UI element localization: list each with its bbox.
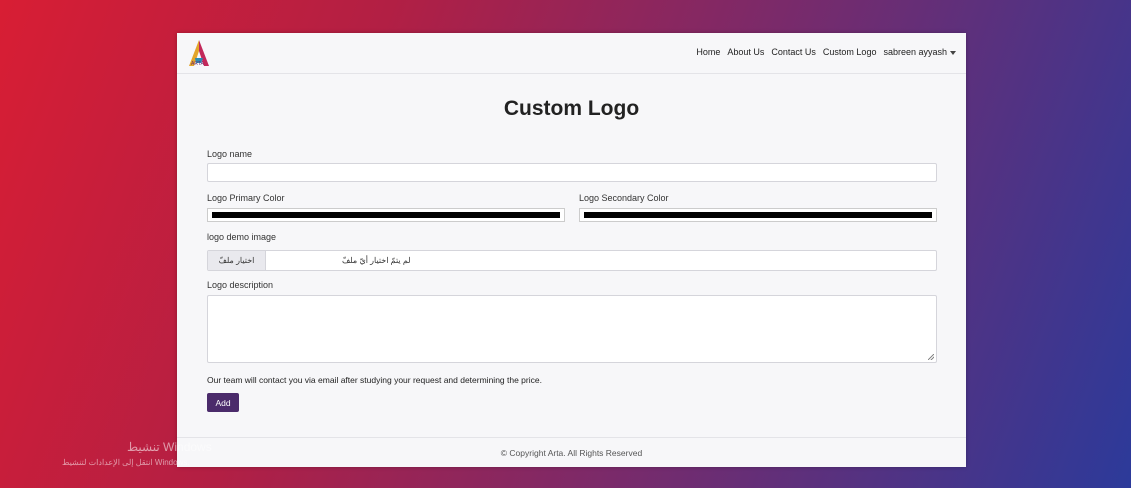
navbar: ARTA Home About Us Contact Us Custom Log…	[177, 33, 966, 74]
primary-color-label: Logo Primary Color	[207, 193, 285, 203]
windows-watermark-subtitle: انتقل إلى الإعدادات لتنشيط Windows.	[62, 458, 190, 467]
primary-color-picker[interactable]	[207, 208, 565, 222]
secondary-color-picker[interactable]	[579, 208, 937, 222]
add-button[interactable]: Add	[207, 393, 239, 412]
description-textarea[interactable]	[207, 295, 937, 363]
primary-color-swatch	[212, 212, 560, 218]
nav-contact-us[interactable]: Contact Us	[771, 47, 816, 57]
logo-name-label: Logo name	[207, 149, 253, 159]
file-status: لم يتمّ اختيار أيّ ملفّ	[342, 256, 411, 265]
page-title: Custom Logo	[503, 97, 640, 120]
contact-note: Our team will contact you via email afte…	[207, 375, 542, 385]
user-name: sabreen ayyash	[883, 47, 947, 57]
image-label: logo demo image	[207, 232, 277, 242]
nav-custom-logo[interactable]: Custom Logo	[823, 47, 877, 57]
windows-watermark-title: تنشيط Windows	[127, 440, 212, 454]
secondary-color-label: Logo Secondary Color	[579, 193, 669, 203]
copyright-text: © Copyright Arta. All Rights Reserved	[500, 448, 643, 458]
logo-name-input[interactable]	[207, 163, 937, 182]
footer: © Copyright Arta. All Rights Reserved	[177, 437, 966, 468]
nav-links: Home About Us Contact Us Custom Logo sab…	[696, 47, 956, 57]
file-input[interactable]: اختيار ملفّ لم يتمّ اختيار أيّ ملفّ	[207, 250, 937, 271]
chevron-down-icon	[950, 50, 956, 55]
description-label: Logo description	[207, 280, 274, 290]
nav-about-us[interactable]: About Us	[727, 47, 764, 57]
nav-home[interactable]: Home	[696, 47, 720, 57]
choose-file-button[interactable]: اختيار ملفّ	[208, 251, 266, 270]
secondary-color-swatch	[584, 212, 932, 218]
resize-handle-icon[interactable]	[928, 354, 934, 360]
logo-text: ARTA	[191, 61, 204, 67]
app-window: ARTA Home About Us Contact Us Custom Log…	[177, 33, 966, 467]
user-menu[interactable]: sabreen ayyash	[883, 47, 956, 57]
